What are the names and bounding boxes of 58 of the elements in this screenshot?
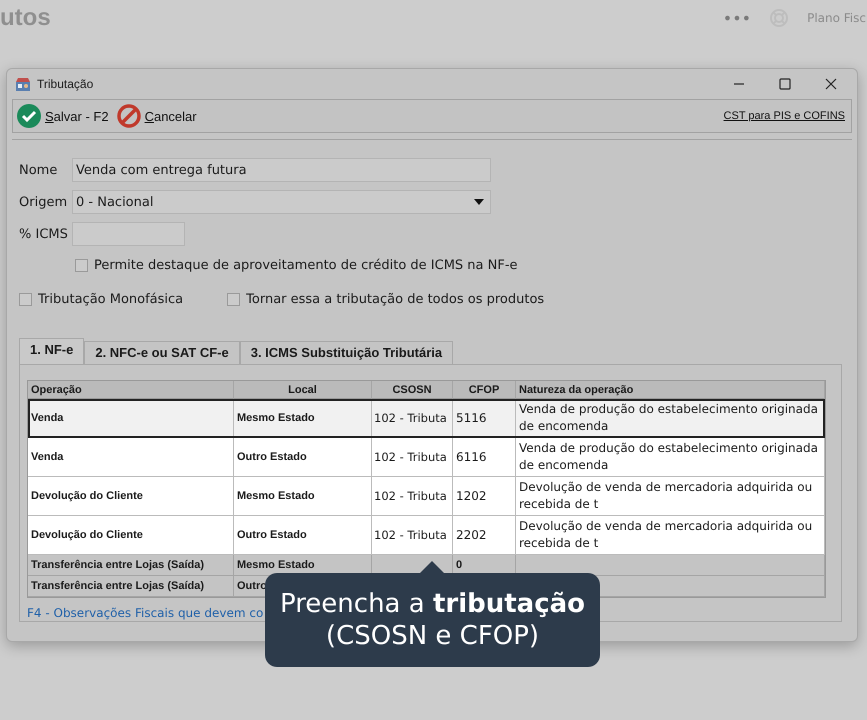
- store-icon: [15, 76, 31, 92]
- field-label: Origem: [19, 194, 68, 210]
- table-row[interactable]: Venda Outro Estado 102 - Tributa 6116 Venda de produção do estabelecimento originada de encomenda: [28, 438, 825, 477]
- table-cell-text: Devolução de venda de mercadoria adquirida ou recebida de t: [519, 479, 814, 513]
- table-cell-text: Venda de produção do estabelecimento originada de encomenda: [519, 440, 819, 474]
- window-title: Tributação: [37, 77, 94, 91]
- table-cell-text: Venda de produção do estabelecimento originada de encomenda: [519, 401, 819, 435]
- operation-cell: Transferência entre Lojas (Saída): [31, 580, 204, 592]
- table-cell: Outro Estado: [237, 529, 307, 541]
- table-cell: Mesmo Estado: [237, 490, 315, 502]
- table-cell: 5116: [456, 411, 487, 425]
- operation-cell: Devolução do Cliente: [31, 529, 143, 541]
- checkbox[interactable]: [75, 258, 88, 272]
- page-title: utos: [0, 4, 51, 32]
- column-header[interactable]: CSOSN: [372, 381, 453, 399]
- table-row[interactable]: Venda Mesmo Estado 102 - Tributa 5116 Venda de produção do estabelecimento originada de encomenda: [28, 399, 825, 438]
- cst-link[interactable]: CST para PIS e COFINS: [724, 110, 845, 122]
- table-cell: Outro Estado: [237, 451, 307, 463]
- table-cell: 102 - Tributa: [374, 489, 447, 503]
- checkbox-label: Permite destaque de aproveitamento de crédito de ICMS na NF-e: [94, 258, 518, 272]
- name-field[interactable]: Venda com entrega futura: [72, 158, 491, 182]
- operation-cell: Venda: [31, 412, 64, 424]
- table-cell-text: Devolução de venda de mercadoria adquirida ou recebida de t: [519, 518, 814, 552]
- table-cell: 102 - Tributa: [374, 450, 447, 464]
- table-row[interactable]: Devolução do Cliente Mesmo Estado 102 - Tributa 1202 Devolução de venda de mercadoria adquirida ou recebida de t: [28, 477, 825, 516]
- operation-cell: Transferência entre Lojas (Saída): [31, 559, 204, 571]
- checkmark-icon: [17, 104, 41, 128]
- checkbox-label: Tributação Monofásica: [38, 292, 184, 306]
- table-cell: 102 - Tributa: [374, 528, 447, 542]
- table-cell: 6116: [456, 450, 487, 464]
- cancel-button[interactable]: Cancelar: [116, 104, 197, 128]
- table-cell: 1202: [456, 489, 487, 503]
- tab[interactable]: 3. ICMS Substituição Tributária: [240, 341, 454, 364]
- dropdown-arrow-icon: [474, 199, 484, 205]
- table-row[interactable]: Devolução do Cliente Outro Estado 102 - Tributa 2202 Devolução de venda de mercadoria adquirida ou recebida de t: [28, 516, 825, 555]
- operation-cell: Devolução do Cliente: [31, 490, 143, 502]
- table-cell: 2202: [456, 528, 487, 542]
- maximize-icon[interactable]: [779, 78, 791, 90]
- prohibited-icon: [116, 104, 141, 128]
- tab[interactable]: 2. NFC-e ou SAT CF-e: [84, 341, 240, 364]
- tab[interactable]: 1. NF-e: [19, 338, 84, 364]
- column-header[interactable]: Local: [234, 381, 372, 399]
- close-icon[interactable]: [825, 78, 837, 90]
- table-cell: Mesmo Estado: [237, 559, 315, 571]
- table-cell: Mesmo Estado: [237, 412, 315, 424]
- checkbox[interactable]: [227, 292, 240, 306]
- table-cell: 102 - Tributa: [374, 411, 447, 425]
- table-cell: 0: [456, 559, 462, 571]
- field-label: Nome: [19, 162, 58, 178]
- field-label: % ICMS: [19, 226, 69, 242]
- origin-dropdown[interactable]: 0 - Nacional: [72, 190, 491, 214]
- column-header[interactable]: Natureza da operação: [516, 381, 825, 399]
- column-header[interactable]: CFOP: [453, 381, 516, 399]
- operation-cell: Venda: [31, 451, 64, 463]
- save-button[interactable]: Salvar - F2: [17, 104, 109, 128]
- checkbox[interactable]: [19, 292, 32, 306]
- checkbox-label: Tornar essa a tributação de todos os produtos: [246, 292, 544, 306]
- column-header[interactable]: Operação: [28, 381, 234, 399]
